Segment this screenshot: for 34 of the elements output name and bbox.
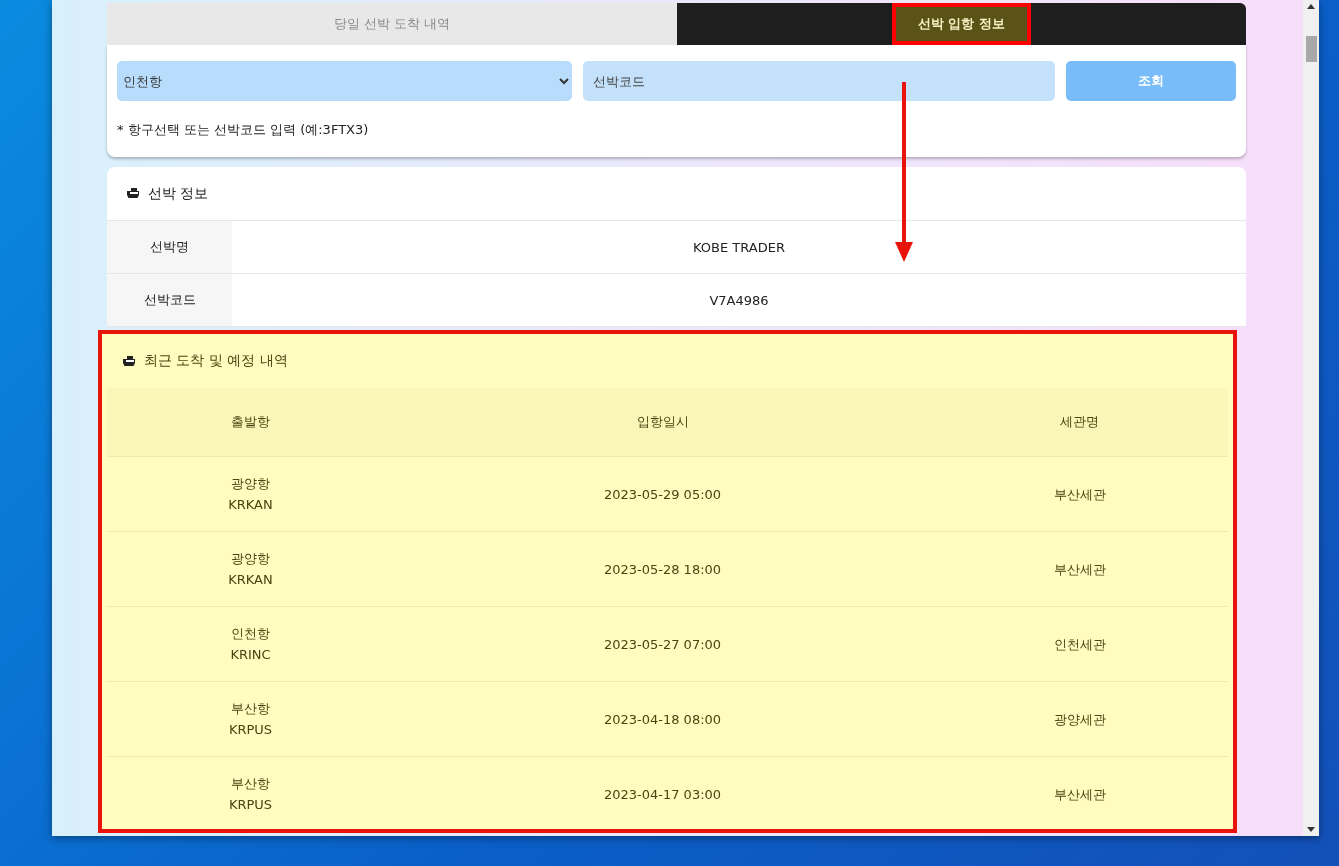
datetime-cell: 2023-04-18 08:00 [394,681,931,757]
datetime-cell: 2023-05-29 05:00 [394,456,931,532]
port-cell: 부산항 KRPUS [107,756,394,829]
ship-code-field[interactable]: 선박코드 [583,61,1055,101]
hint-text: * 항구선택 또는 선박코드 입력 (예:3FTX3) [117,121,370,139]
scroll-down-icon[interactable] [1307,827,1315,832]
field-label: 선박코드 [107,274,232,326]
port-cell: 인천항 KRINC [107,606,394,682]
tab[interactable]: 선박 입항 정보 [891,3,1031,45]
field-value: V7A4986 [709,292,769,308]
scrollbar-thumb[interactable] [1306,36,1317,62]
column-header: 세관명 [931,388,1228,457]
customs-cell: 부산세관 [931,456,1228,532]
field-value: KOBE TRADER [693,239,785,255]
section-title: 선박 정보 [148,184,209,203]
ship-icon [127,187,141,200]
customs-cell: 부산세관 [931,756,1228,829]
datetime-cell: 2023-04-17 03:00 [394,756,931,829]
scrollbar[interactable] [1303,0,1319,836]
field-label: 선박명 [107,221,232,273]
datetime-cell: 2023-05-27 07:00 [394,606,931,682]
port-cell: 광양항 KRKAN [107,531,394,607]
customs-cell: 인천세관 [931,606,1228,682]
scroll-up-icon[interactable] [1307,4,1315,9]
port-select[interactable]: 인천항 [117,61,572,101]
datetime-cell: 2023-05-28 18:00 [394,531,931,607]
column-header: 출발항 [107,388,394,457]
port-cell: 부산항 KRPUS [107,681,394,757]
ship-icon [123,354,137,368]
customs-cell: 광양세관 [931,681,1228,757]
port-cell: 광양항 KRKAN [107,456,394,532]
column-header: 입항일시 [394,388,931,457]
customs-cell: 부산세관 [931,531,1228,607]
section-title: 최근 도착 및 예정 내역 [144,352,288,370]
